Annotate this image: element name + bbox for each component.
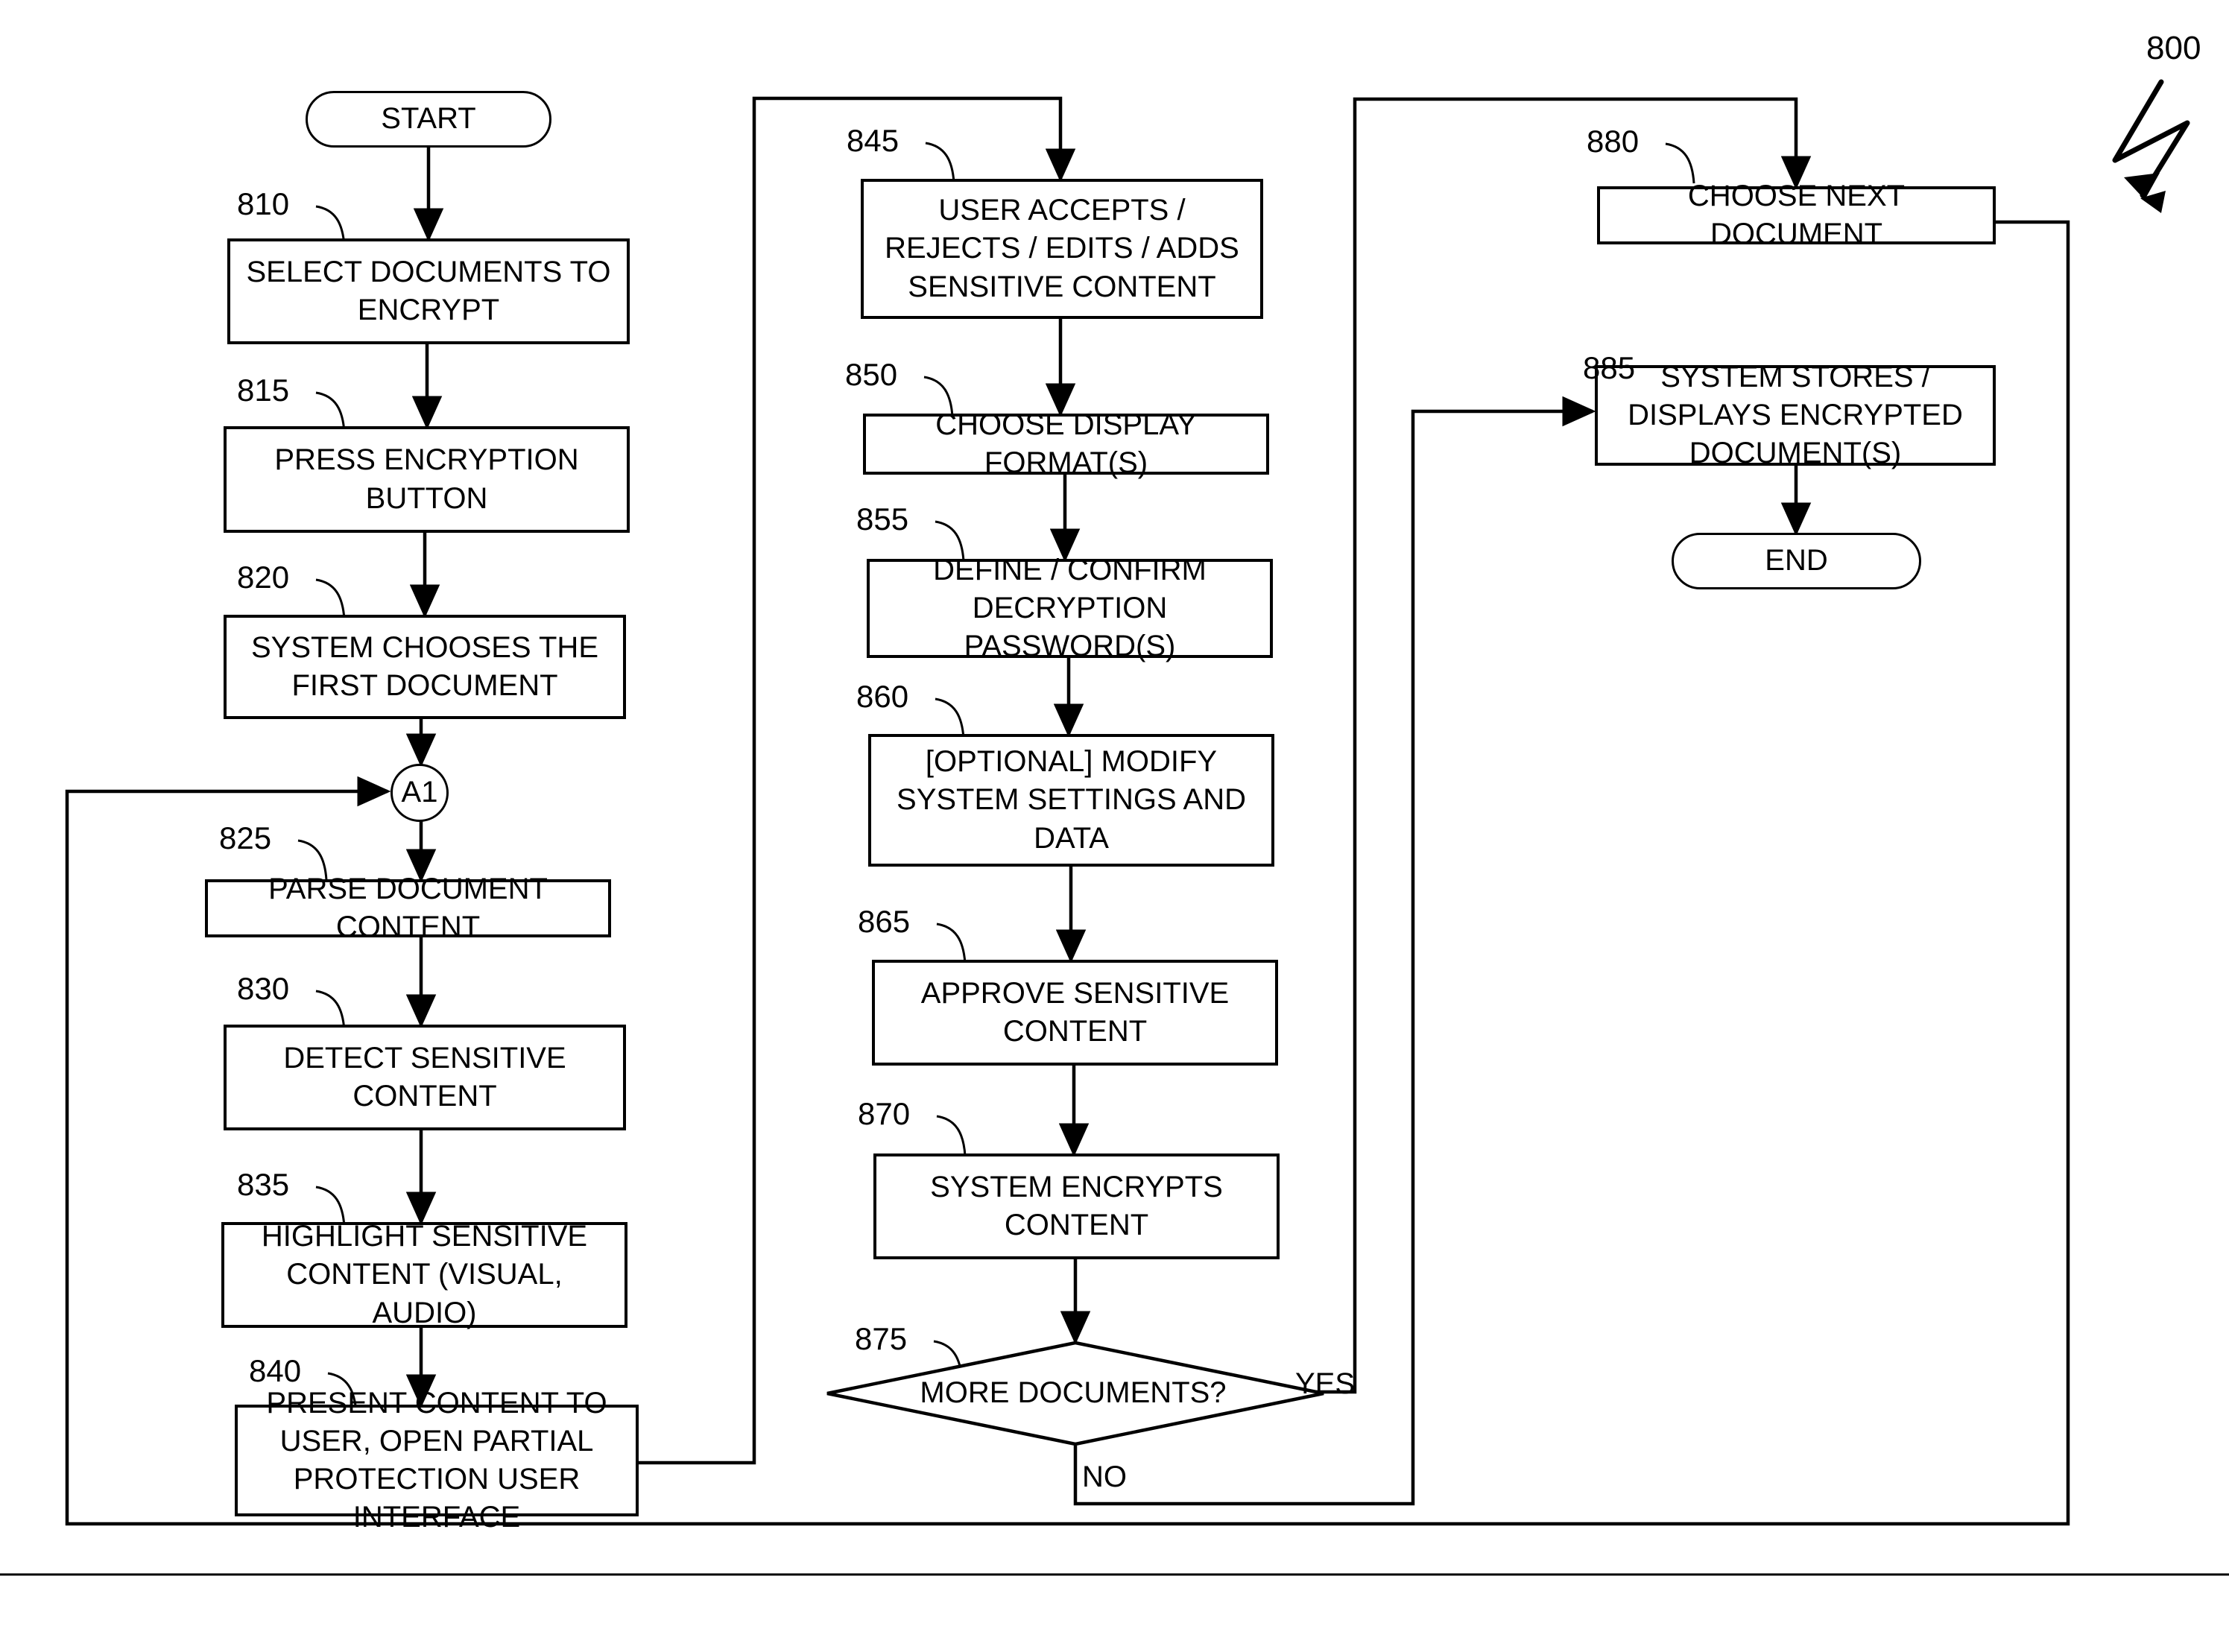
process-box-825: PARSE DOCUMENT CONTENT [205, 873, 611, 943]
ref-numeral-815: 815 [237, 373, 290, 408]
ref-numeral-850: 850 [845, 357, 898, 392]
process-box-810: SELECT DOCUMENTS TO ENCRYPT [227, 238, 630, 344]
process-box-855: DEFINE / CONFIRM DECRYPTION PASSWORD(S) [867, 554, 1273, 662]
ref-numeral-845: 845 [847, 123, 899, 158]
ref-numeral-870: 870 [858, 1096, 911, 1131]
process-box-870: SYSTEM ENCRYPTS CONTENT [873, 1153, 1280, 1259]
ref-numeral-865: 865 [858, 904, 911, 939]
process-box-815: PRESS ENCRYPTION BUTTON [224, 426, 630, 533]
process-box-830: DETECT SENSITIVE CONTENT [224, 1025, 626, 1130]
ref-numeral-840: 840 [249, 1353, 302, 1388]
process-box-845: USER ACCEPTS / REJECTS / EDITS / ADDS SE… [861, 179, 1263, 319]
figure-number: 800 [2146, 30, 2201, 66]
ref-numeral-855: 855 [856, 501, 909, 537]
terminal-start: START [306, 91, 551, 148]
edge-label-yes: YES [1295, 1367, 1356, 1400]
ref-numeral-835: 835 [237, 1167, 290, 1202]
process-box-860: [OPTIONAL] MODIFY SYSTEM SETTINGS AND DA… [868, 734, 1274, 867]
ref-numeral-810: 810 [237, 186, 290, 221]
process-box-885: SYSTEM STORES / DISPLAYS ENCRYPTED DOCUM… [1595, 361, 1996, 469]
connector-a1: A1 [391, 764, 449, 822]
ref-numeral-885: 885 [1583, 350, 1636, 385]
flowchart-canvas: 800 START A1 END SELECT DOCUMENTS TO ENC… [0, 0, 2229, 1652]
process-box-865: APPROVE SENSITIVE CONTENT [872, 960, 1278, 1066]
ref-numeral-820: 820 [237, 560, 290, 595]
ref-numeral-875: 875 [855, 1321, 908, 1356]
ref-numeral-830: 830 [237, 971, 290, 1006]
process-box-880: CHOOSE NEXT DOCUMENT [1597, 180, 1996, 250]
terminal-end: END [1672, 533, 1921, 589]
decision-875-label: MORE DOCUMENTS? [920, 1376, 1227, 1410]
process-box-820: SYSTEM CHOOSES THE FIRST DOCUMENT [224, 615, 626, 719]
process-box-850: CHOOSE DISPLAY FORMAT(S) [863, 408, 1269, 479]
ref-numeral-880: 880 [1587, 124, 1640, 159]
ref-numeral-825: 825 [219, 820, 272, 855]
process-box-835: HIGHLIGHT SENSITIVE CONTENT (VISUAL, AUD… [221, 1220, 627, 1329]
process-box-840: PRESENT CONTENT TO USER, OPEN PARTIAL PR… [235, 1387, 639, 1534]
edge-label-no: NO [1082, 1460, 1127, 1493]
ref-numeral-860: 860 [856, 679, 909, 714]
